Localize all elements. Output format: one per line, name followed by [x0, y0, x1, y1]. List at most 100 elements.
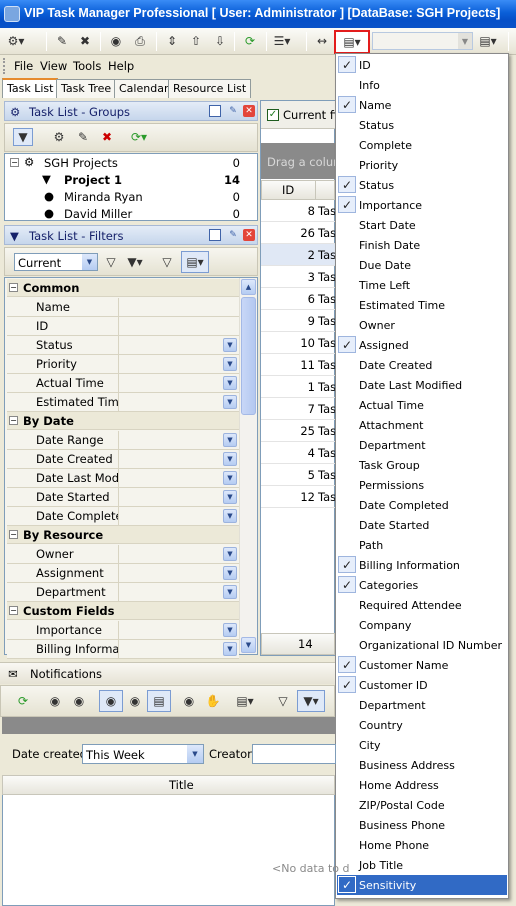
column-menu-item[interactable]: Home Address — [337, 775, 507, 795]
column-menu-item[interactable]: Organizational ID Number — [337, 635, 507, 655]
tree-node[interactable]: ● David Miller 0 — [8, 206, 240, 223]
filter-icon[interactable]: ▼ — [13, 128, 33, 146]
maximize-icon[interactable] — [209, 105, 221, 117]
column-menu-item[interactable]: Home Phone — [337, 835, 507, 855]
view-notification-icon[interactable]: ◉ — [179, 692, 199, 710]
column-menu-item[interactable]: City — [337, 735, 507, 755]
column-menu-item[interactable]: ✓ Billing Information — [337, 555, 507, 575]
refresh-icon[interactable]: ⟳ — [13, 692, 33, 710]
column-menu-item[interactable]: ✓ Assigned — [337, 335, 507, 355]
add-group-icon[interactable]: ⚙ — [49, 128, 69, 146]
filter-value[interactable]: ▼ — [118, 450, 239, 468]
filter-row[interactable]: Importance ▼ — [7, 621, 239, 640]
delete-notification-icon[interactable]: ✋ — [203, 692, 223, 710]
filter-checkbox[interactable]: ✓ — [267, 109, 279, 121]
table-row[interactable]: 1 Tas — [261, 376, 336, 398]
filter-category[interactable]: − Common — [7, 279, 239, 297]
column-menu-item[interactable]: ✓ Status — [337, 175, 507, 195]
column-menu-item[interactable]: ✓ Name — [337, 95, 507, 115]
filter-columns-icon[interactable]: ▤▾ — [181, 251, 209, 273]
close-icon[interactable]: ✕ — [243, 105, 255, 117]
chevron-down-icon[interactable]: ▼ — [223, 376, 237, 390]
chevron-down-icon[interactable]: ▼ — [223, 490, 237, 504]
column-menu-item[interactable]: Owner — [337, 315, 507, 335]
filter-select[interactable]: Current ▼ — [14, 253, 98, 271]
column-menu-item[interactable]: Business Phone — [337, 815, 507, 835]
chevron-down-icon[interactable]: ▼ — [223, 338, 237, 352]
filters-scrollbar[interactable]: ▲ ▼ — [239, 278, 257, 654]
read-icon[interactable]: ◉ — [45, 692, 65, 710]
refresh-groups-icon[interactable]: ⟳▾ — [129, 128, 149, 146]
column-menu-item[interactable]: Department — [337, 695, 507, 715]
tree-node-selected[interactable]: ▼ Project 1 14 — [8, 172, 240, 189]
edit-group-icon[interactable]: ✎ — [73, 128, 93, 146]
creator-select[interactable] — [252, 744, 336, 764]
print-icon[interactable]: ⎙ — [130, 32, 150, 50]
column-menu-item[interactable]: Info — [337, 75, 507, 95]
menu-tools[interactable]: Tools — [73, 59, 101, 73]
table-row[interactable]: 3 Tas — [261, 266, 336, 288]
filter-category[interactable]: − By Date — [7, 412, 239, 430]
filter-icon[interactable]: ▽ — [273, 692, 293, 710]
table-row[interactable]: 11 Tas — [261, 354, 336, 376]
chevron-down-icon[interactable]: ▼ — [223, 471, 237, 485]
table-row[interactable]: 8 Tas — [261, 200, 336, 222]
filter-row[interactable]: Date Started ▼ — [7, 488, 239, 507]
column-menu-item[interactable]: Start Date — [337, 215, 507, 235]
tab-task-list[interactable]: Task List — [2, 78, 59, 98]
refresh-icon[interactable]: ⟳ — [240, 32, 260, 50]
tab-resource-list[interactable]: Resource List — [168, 79, 252, 98]
table-row[interactable]: 12 Tas — [261, 486, 336, 508]
fit-columns-icon[interactable]: ↔ — [312, 32, 332, 50]
delete-task-icon[interactable]: ✖ — [75, 32, 95, 50]
filter-value[interactable]: ▼ — [118, 545, 239, 563]
filter-value[interactable]: ▼ — [118, 393, 239, 411]
filter-value[interactable]: ▼ — [118, 431, 239, 449]
column-menu-item[interactable]: Job Title — [337, 855, 507, 875]
column-menu-item[interactable]: ✓ ID — [337, 55, 507, 75]
move-updown-icon[interactable]: ⇕ — [162, 32, 182, 50]
chevron-down-icon[interactable]: ▼ — [223, 585, 237, 599]
pin-icon[interactable]: ✎ — [227, 229, 239, 241]
remove-filter-icon[interactable]: ▽ — [157, 253, 177, 271]
column-menu-item[interactable]: ✓ Customer ID — [337, 675, 507, 695]
scroll-up-icon[interactable]: ▲ — [241, 279, 256, 295]
column-menu-item[interactable]: Company — [337, 615, 507, 635]
table-row[interactable]: 10 Tas — [261, 332, 336, 354]
column-header-title[interactable]: Title — [169, 778, 194, 792]
column-menu-item[interactable]: Estimated Time — [337, 295, 507, 315]
column-chooser-button[interactable]: ▤▾ — [334, 30, 370, 54]
collapse-icon[interactable]: − — [9, 283, 18, 292]
table-row[interactable]: 6 Tas — [261, 288, 336, 310]
filter-row[interactable]: Date Created ▼ — [7, 450, 239, 469]
filter-value[interactable]: ▼ — [118, 564, 239, 582]
column-menu-item[interactable]: ✓ Categories — [337, 575, 507, 595]
filter-row[interactable]: Department ▼ — [7, 583, 239, 602]
chevron-down-icon[interactable]: ▼ — [223, 357, 237, 371]
date-created-select[interactable]: This Week ▼ — [82, 744, 204, 764]
column-menu-item[interactable]: ✓ Sensitivity — [337, 875, 507, 895]
filter-value[interactable]: ▼ — [118, 355, 239, 373]
table-row[interactable]: 4 Tas — [261, 442, 336, 464]
notes-icon[interactable]: ☰▾ — [272, 32, 292, 50]
column-menu-item[interactable]: Status — [337, 115, 507, 135]
table-row[interactable]: 5 Tas — [261, 464, 336, 486]
filter-row[interactable]: Priority ▼ — [7, 355, 239, 374]
column-menu-item[interactable]: Actual Time — [337, 395, 507, 415]
close-icon[interactable]: ✕ — [243, 229, 255, 241]
column-menu-item[interactable]: Department — [337, 435, 507, 455]
column-menu-item[interactable]: Date Completed — [337, 495, 507, 515]
filter-value[interactable]: ▼ — [118, 583, 239, 601]
column-menu-item[interactable]: Due Date — [337, 255, 507, 275]
show-new-icon[interactable]: ◉ — [125, 692, 145, 710]
chevron-down-icon[interactable]: ▼ — [223, 566, 237, 580]
column-menu-item[interactable]: ZIP/Postal Code — [337, 795, 507, 815]
scroll-thumb[interactable] — [241, 297, 256, 415]
tree-node[interactable]: − ⚙ SGH Projects 0 — [8, 155, 240, 172]
chevron-down-icon[interactable]: ▼ — [223, 395, 237, 409]
edit-task-icon[interactable]: ✎ — [52, 32, 72, 50]
move-up-icon[interactable]: ⇧ — [186, 32, 206, 50]
filter-row[interactable]: Assignment ▼ — [7, 564, 239, 583]
chevron-down-icon[interactable]: ▼ — [223, 623, 237, 637]
filter-row[interactable]: ID — [7, 317, 239, 336]
